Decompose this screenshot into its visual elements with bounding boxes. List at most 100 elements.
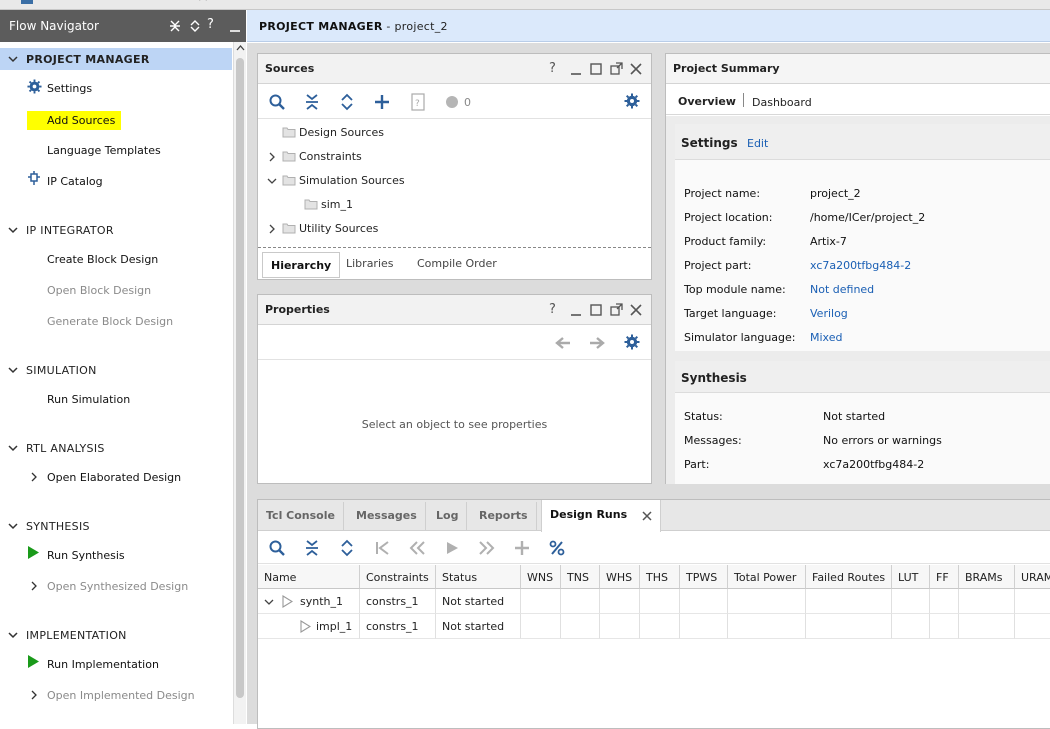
section-ip-integrator[interactable]: IP INTEGRATOR: [0, 219, 232, 241]
delete-icon[interactable]: [196, 0, 210, 6]
back-arrow-icon[interactable]: [554, 335, 572, 353]
chevron-down-icon[interactable]: [8, 365, 18, 375]
column-header[interactable]: Status: [436, 565, 521, 589]
chevron-right-icon[interactable]: [30, 690, 38, 700]
maximize-icon[interactable]: [589, 303, 603, 317]
top-module-link[interactable]: Not defined: [810, 283, 874, 296]
unknown-file-icon[interactable]: ?: [409, 93, 427, 111]
nav-run-implementation[interactable]: Run Implementation: [47, 658, 159, 671]
tab-reports[interactable]: Reports: [471, 502, 537, 531]
column-header[interactable]: THS: [640, 565, 680, 589]
tab-hierarchy[interactable]: Hierarchy: [262, 252, 341, 278]
forward-arrow-icon[interactable]: [588, 335, 606, 353]
nav-open-elaborated-design[interactable]: Open Elaborated Design: [47, 471, 181, 484]
nav-open-implemented-design[interactable]: Open Implemented Design: [47, 689, 195, 702]
layout-icon[interactable]: [333, 0, 347, 6]
table-row[interactable]: impl_1: [258, 614, 360, 639]
tab-log[interactable]: Log: [428, 502, 468, 531]
cancel-icon[interactable]: [437, 0, 451, 6]
target-language-link[interactable]: Verilog: [810, 307, 848, 320]
chevron-right-icon[interactable]: [30, 581, 38, 591]
nav-run-simulation[interactable]: Run Simulation: [47, 393, 130, 406]
tab-tcl-console[interactable]: Tcl Console: [258, 502, 344, 531]
sum-icon[interactable]: [372, 0, 386, 6]
section-rtl-analysis[interactable]: RTL ANALYSIS: [0, 437, 232, 459]
undo-icon[interactable]: [62, 0, 76, 6]
float-icon[interactable]: [609, 62, 623, 76]
nav-language-templates[interactable]: Language Templates: [47, 144, 161, 157]
project-part-link[interactable]: xc7a200tfbg484-2: [810, 259, 911, 272]
add-icon[interactable]: [373, 93, 391, 111]
tree-row[interactable]: Simulation Sources: [258, 168, 651, 192]
collapse-all-icon[interactable]: [303, 93, 321, 111]
column-header[interactable]: TPWS: [680, 565, 728, 589]
tab-overview[interactable]: Overview: [678, 95, 736, 108]
column-header[interactable]: URAM: [1015, 565, 1050, 589]
help-icon[interactable]: ?: [207, 17, 221, 32]
chevron-down-icon[interactable]: [8, 225, 18, 235]
chevron-down-icon[interactable]: [8, 521, 18, 531]
column-header[interactable]: WNS: [521, 565, 561, 589]
tab-libraries[interactable]: Libraries: [338, 251, 402, 277]
tree-row[interactable]: Design Sources: [258, 120, 651, 144]
collapse-all-icon[interactable]: [168, 19, 182, 33]
tree-row[interactable]: sim_1: [258, 192, 651, 216]
tree-row[interactable]: Utility Sources: [258, 216, 651, 240]
simulator-language-link[interactable]: Mixed: [810, 331, 842, 344]
previous-icon[interactable]: [408, 539, 426, 557]
chevron-right-icon[interactable]: [268, 224, 276, 234]
search-icon[interactable]: [268, 93, 286, 111]
redo-icon[interactable]: [88, 0, 102, 6]
gear-icon[interactable]: [624, 93, 642, 111]
play-icon[interactable]: [443, 539, 461, 557]
next-icon[interactable]: [478, 539, 496, 557]
section-implementation[interactable]: IMPLEMENTATION: [0, 624, 232, 646]
section-project-manager[interactable]: PROJECT MANAGER: [0, 48, 232, 70]
column-header[interactable]: WHS: [600, 565, 640, 589]
minimize-icon[interactable]: [569, 62, 583, 76]
section-synthesis[interactable]: SYNTHESIS: [0, 515, 232, 537]
tab-compile-order[interactable]: Compile Order: [409, 251, 505, 277]
flow-navigator-scrollbar[interactable]: [233, 42, 246, 724]
chevron-right-icon[interactable]: [268, 152, 276, 162]
nav-run-synthesis[interactable]: Run Synthesis: [47, 549, 125, 562]
column-header[interactable]: Name: [258, 565, 360, 589]
chevron-down-icon[interactable]: [8, 630, 18, 640]
gear-icon[interactable]: [624, 334, 642, 352]
step-icon[interactable]: [264, 0, 278, 6]
table-row[interactable]: synth_1: [258, 589, 360, 614]
nav-generate-block-design[interactable]: Generate Block Design: [47, 315, 173, 328]
close-tab-icon[interactable]: [642, 511, 652, 521]
copy-icon[interactable]: [125, 0, 139, 6]
help-icon[interactable]: ?: [549, 61, 563, 76]
minimize-icon[interactable]: [228, 19, 242, 33]
chevron-down-icon[interactable]: [8, 54, 18, 64]
column-header[interactable]: Failed Routes: [806, 565, 892, 589]
chevron-down-icon[interactable]: [8, 443, 18, 453]
close-icon[interactable]: [629, 62, 643, 76]
tree-row[interactable]: Constraints: [258, 144, 651, 168]
settings-tool-icon[interactable]: [298, 0, 312, 6]
search-icon[interactable]: [268, 539, 286, 557]
nav-create-block-design[interactable]: Create Block Design: [47, 253, 158, 266]
expand-all-icon[interactable]: [338, 93, 356, 111]
collapse-all-icon[interactable]: [303, 539, 321, 557]
maximize-icon[interactable]: [589, 62, 603, 76]
close-icon[interactable]: [629, 303, 643, 317]
percent-icon[interactable]: [548, 539, 566, 557]
tab-messages[interactable]: Messages: [348, 502, 426, 531]
section-simulation[interactable]: SIMULATION: [0, 359, 232, 381]
tab-dashboard[interactable]: Dashboard: [752, 96, 812, 109]
fullscreen-icon[interactable]: [405, 0, 419, 6]
float-icon[interactable]: [609, 303, 623, 317]
paste-icon[interactable]: [160, 0, 174, 6]
nav-add-sources[interactable]: Add Sources: [27, 111, 122, 130]
column-header[interactable]: TNS: [561, 565, 600, 589]
scroll-up-icon[interactable]: [236, 44, 245, 51]
save-icon[interactable]: [20, 0, 34, 6]
settings-edit-link[interactable]: Edit: [747, 137, 768, 150]
column-header[interactable]: Constraints: [360, 565, 436, 589]
chevron-down-icon[interactable]: [267, 177, 277, 185]
run-icon[interactable]: [228, 0, 242, 6]
help-icon[interactable]: ?: [549, 302, 563, 317]
